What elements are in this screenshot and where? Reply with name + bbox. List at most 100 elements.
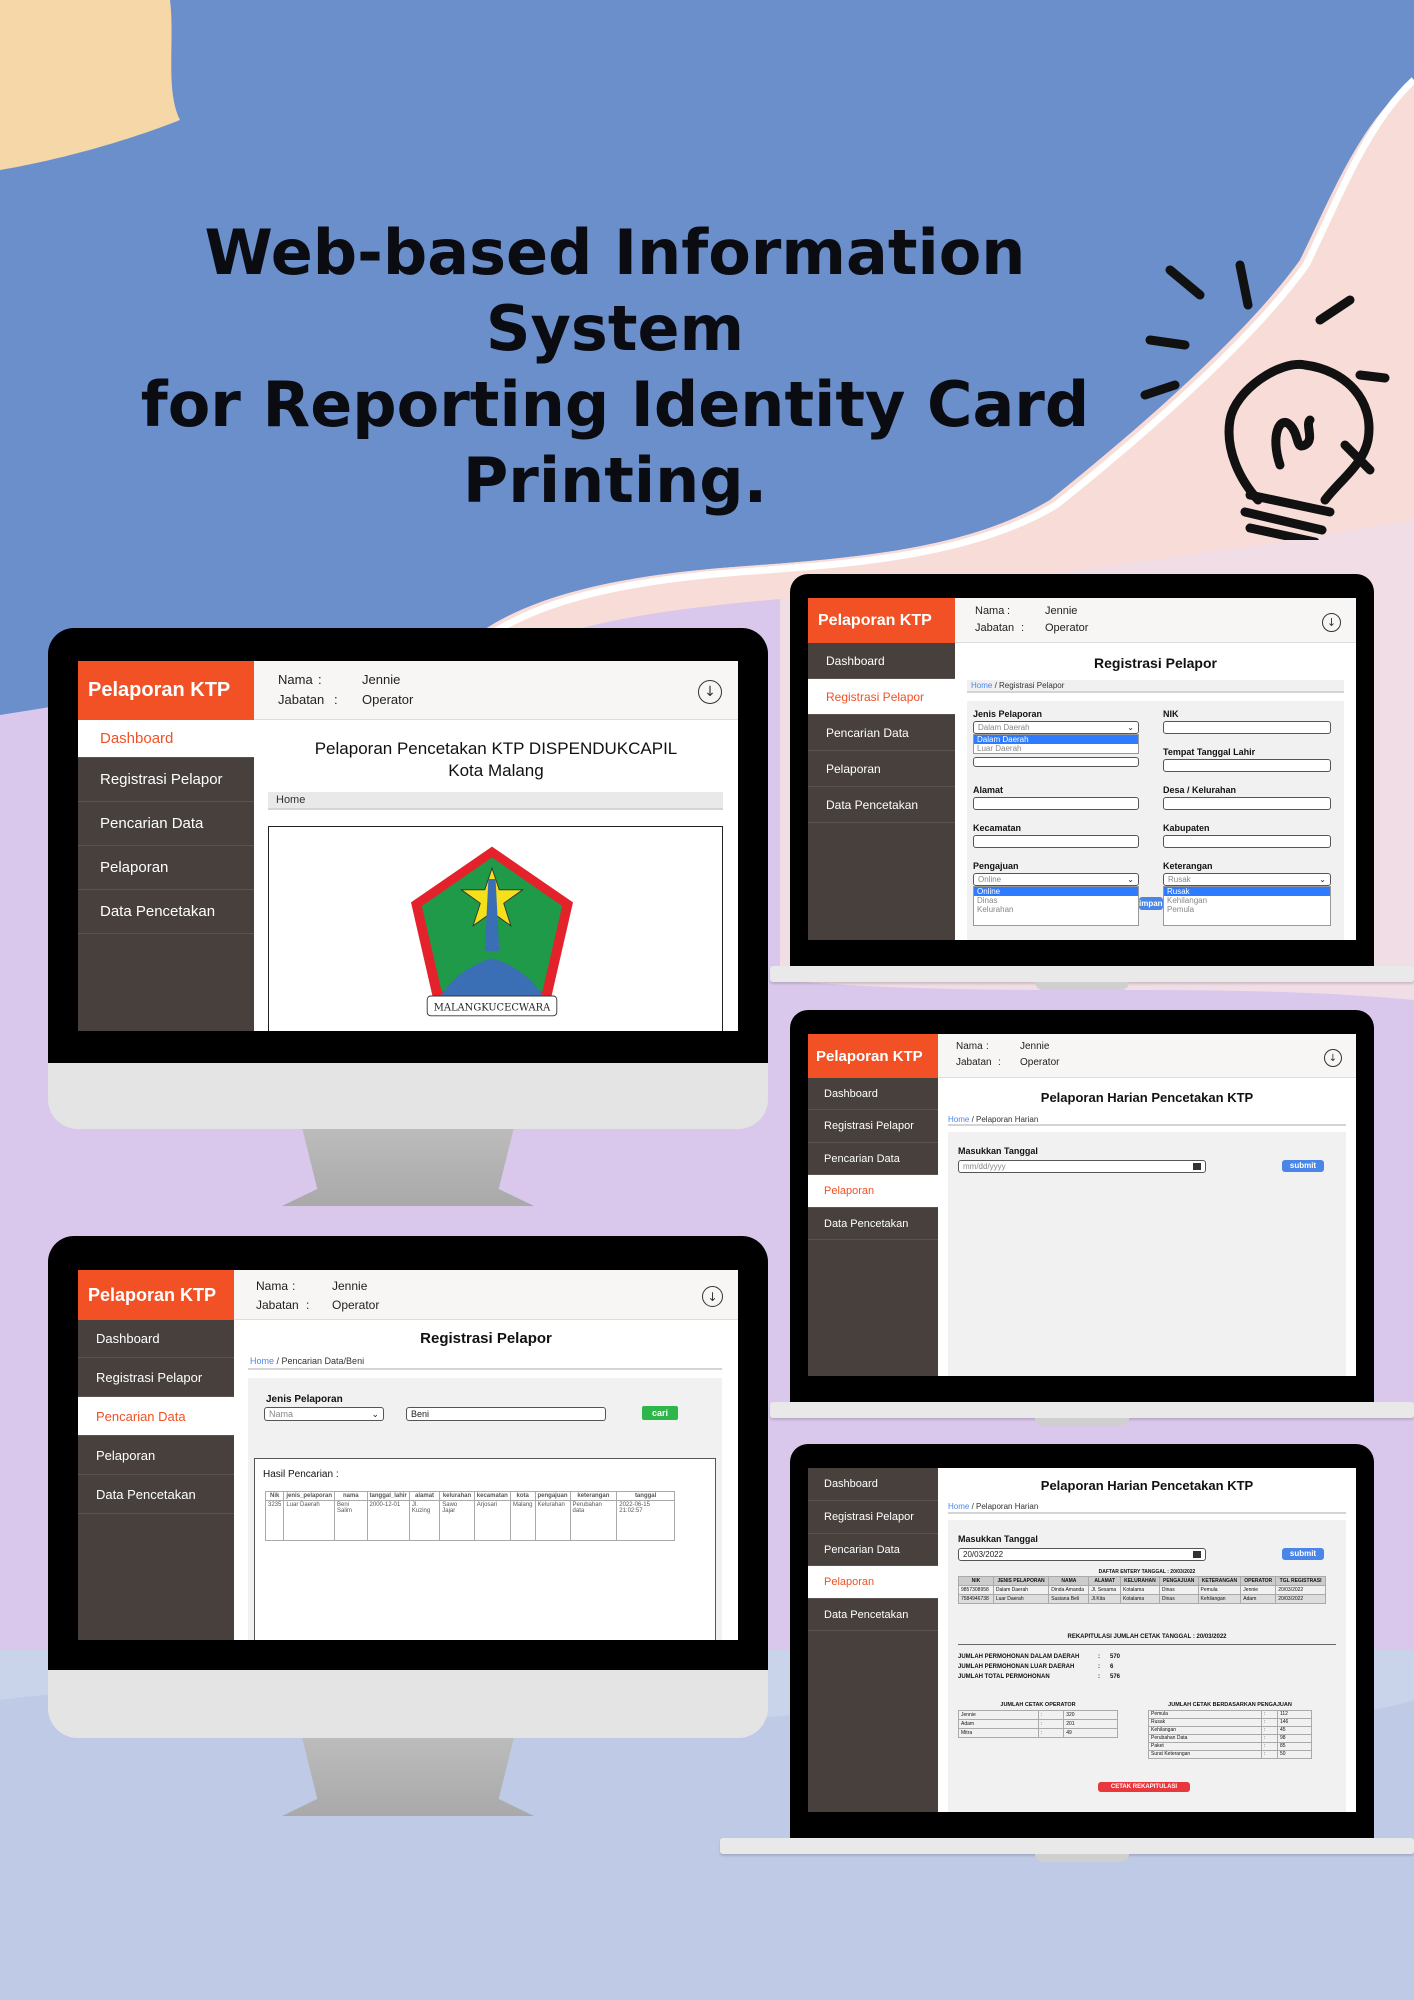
- nav-pencarian-data[interactable]: Pencarian Data: [808, 1534, 938, 1566]
- breadcrumb-current: / Pelaporan Harian: [969, 1115, 1039, 1124]
- nav-pelaporan[interactable]: Pelaporan: [808, 1566, 938, 1599]
- table-cell: Perubahan Data: [1148, 1734, 1262, 1743]
- alamat-input[interactable]: [973, 797, 1139, 810]
- summary-row: JUMLAH PERMOHONAN LUAR DAERAH: 6: [958, 1662, 1258, 1672]
- sidebar: Pelaporan KTP Dashboard Registrasi Pelap…: [808, 1034, 938, 1376]
- nav-pencarian-data[interactable]: Pencarian Data: [808, 1143, 938, 1175]
- jenis-select[interactable]: Dalam Daerah ⌄: [973, 721, 1139, 734]
- nav-registrasi-pelapor[interactable]: Registrasi Pelapor: [808, 679, 955, 715]
- breadcrumb: Home / Pelaporan Harian: [948, 1502, 1346, 1514]
- search-query: Beni: [411, 1409, 430, 1419]
- nik-input[interactable]: [1163, 721, 1331, 734]
- search-input[interactable]: Beni: [406, 1407, 606, 1421]
- nav-pelaporan[interactable]: Pelaporan: [78, 846, 254, 890]
- search-button[interactable]: cari: [642, 1406, 678, 1420]
- option[interactable]: Dalam Daerah: [974, 735, 1138, 744]
- breadcrumb[interactable]: Home: [268, 792, 723, 810]
- table-row[interactable]: 3235 Luar Daerah Beni Salim 2000-12-01 Jl. K…: [264, 1500, 675, 1541]
- nav-data-pencetakan[interactable]: Data Pencetakan: [808, 1599, 938, 1631]
- breadcrumb-home-link[interactable]: Home: [948, 1502, 969, 1511]
- nav-dashboard[interactable]: Dashboard: [808, 1078, 938, 1110]
- table-cell: :: [1260, 1742, 1278, 1751]
- nav-data-pencetakan[interactable]: Data Pencetakan: [808, 787, 955, 823]
- submit-button[interactable]: submit: [1282, 1548, 1324, 1560]
- pengajuan-table: Pemula:112 Rusak:146 Kehilangan:45 Perubaha…: [1148, 1710, 1313, 1759]
- download-icon[interactable]: ↓: [1324, 1049, 1342, 1067]
- date-input[interactable]: 20/03/2022: [958, 1548, 1206, 1561]
- option[interactable]: Rusak: [1164, 887, 1330, 896]
- summary-value: 576: [1110, 1674, 1121, 1680]
- user-header: Nama: Jennie Jabatan: Operator: [234, 1270, 738, 1320]
- brand-logo: Pelaporan KTP: [78, 661, 254, 720]
- jenis-label: Jenis Pelaporan: [266, 1394, 343, 1405]
- nav-dashboard[interactable]: Dashboard: [78, 1320, 234, 1358]
- simpan-button[interactable]: impan: [1139, 897, 1163, 910]
- option[interactable]: Kehilangan: [1164, 896, 1330, 905]
- download-icon[interactable]: ↓: [1322, 613, 1341, 632]
- headline: Web-based Information System for Reporti…: [80, 215, 1150, 519]
- emblem-motto: MALANGKUCECWARA: [434, 1002, 551, 1013]
- nav-data-pencetakan[interactable]: Data Pencetakan: [78, 1475, 234, 1514]
- nav-registrasi-pelapor[interactable]: Registrasi Pelapor: [808, 1110, 938, 1143]
- summary-label: JUMLAH PERMOHONAN LUAR DAERAH: [958, 1664, 1075, 1670]
- hidden-field[interactable]: [973, 757, 1139, 767]
- nav-dashboard[interactable]: Dashboard: [808, 643, 955, 679]
- date-input[interactable]: mm/dd/yyyy: [958, 1160, 1206, 1173]
- table-cell: Sawo Jajar: [439, 1500, 475, 1541]
- monitor-stand: [282, 1128, 534, 1206]
- print-report-button[interactable]: CETAK REKAPITULASI: [1098, 1782, 1190, 1792]
- breadcrumb-home-link[interactable]: Home: [948, 1115, 969, 1124]
- breadcrumb-home-link[interactable]: Home: [971, 681, 992, 690]
- nav-dashboard[interactable]: Dashboard: [78, 720, 254, 758]
- table-row: Jennie:320: [958, 1710, 1118, 1720]
- option[interactable]: Dinas: [974, 896, 1138, 905]
- kabupaten-input[interactable]: [1163, 835, 1331, 848]
- nav-registrasi-pelapor[interactable]: Registrasi Pelapor: [78, 1358, 234, 1397]
- pencarian-main: Registrasi Pelapor Home / Pencarian Data…: [234, 1320, 738, 1640]
- user-name: Jennie: [1045, 605, 1078, 617]
- pengajuan-select[interactable]: Online ⌄: [973, 873, 1139, 886]
- headline-line-3: Printing.: [462, 444, 768, 517]
- table-header-cell: kecamatan: [473, 1491, 511, 1501]
- ttl-input[interactable]: [1163, 759, 1331, 772]
- nav-dashboard[interactable]: Dashboard: [808, 1468, 938, 1501]
- nav-data-pencetakan[interactable]: Data Pencetakan: [808, 1208, 938, 1240]
- user-header: Nama: Jennie Jabatan: Operator: [938, 1034, 1356, 1078]
- nav-registrasi-pelapor[interactable]: Registrasi Pelapor: [78, 758, 254, 802]
- nama-label: Nama: [975, 605, 1005, 617]
- table-cell: 2022-06-15 21:02:57: [616, 1500, 675, 1541]
- nav-registrasi-pelapor[interactable]: Registrasi Pelapor: [808, 1501, 938, 1534]
- user-role: Operator: [1020, 1057, 1060, 1068]
- jenis-options: Dalam Daerah Luar Daerah: [973, 734, 1139, 754]
- nav-data-pencetakan[interactable]: Data Pencetakan: [78, 890, 254, 934]
- search-field-select[interactable]: Nama ⌄: [264, 1407, 384, 1421]
- submit-button[interactable]: submit: [1282, 1160, 1324, 1172]
- table-row[interactable]: 7584946738 Luar Daerah Susiana Beli Jl.Kita…: [958, 1594, 1326, 1604]
- page-title-line-2: Kota Malang: [448, 761, 544, 780]
- table-row: Perubahan Data:98: [1148, 1734, 1313, 1743]
- calendar-icon: [1193, 1163, 1201, 1170]
- user-role: Operator: [332, 1298, 380, 1312]
- breadcrumb-home-link[interactable]: Home: [250, 1356, 274, 1366]
- option[interactable]: Online: [974, 887, 1138, 896]
- nav-pelaporan[interactable]: Pelaporan: [78, 1436, 234, 1475]
- keterangan-select[interactable]: Rusak ⌄: [1163, 873, 1331, 886]
- desa-input[interactable]: [1163, 797, 1331, 810]
- download-icon[interactable]: ↓: [702, 1286, 723, 1307]
- table-row[interactable]: 9857308958 Dalam Daerah Dinda Amanda Jl. Se…: [958, 1585, 1326, 1595]
- summary-list: JUMLAH PERMOHONAN DALAM DAERAH:570 JUMLAH…: [958, 1652, 1258, 1682]
- option[interactable]: Kelurahan: [974, 905, 1138, 914]
- kecamatan-input[interactable]: [973, 835, 1139, 848]
- table-row: Mitra:49: [958, 1728, 1118, 1738]
- summary-title: REKAPITULASI JUMLAH CETAK TANGGAL : 20/0…: [1067, 1634, 1227, 1640]
- option[interactable]: Pemula: [1164, 905, 1330, 914]
- nav-pelaporan[interactable]: Pelaporan: [808, 751, 955, 787]
- sep: :: [292, 1279, 296, 1293]
- option[interactable]: Luar Daerah: [974, 744, 1138, 753]
- nav-pencarian-data[interactable]: Pencarian Data: [808, 715, 955, 751]
- download-icon[interactable]: ↓: [698, 680, 722, 704]
- nav-pencarian-data[interactable]: Pencarian Data: [78, 1397, 234, 1436]
- nav-pencarian-data[interactable]: Pencarian Data: [78, 802, 254, 846]
- nav-pelaporan[interactable]: Pelaporan: [808, 1175, 938, 1208]
- table-cell: 45: [1276, 1726, 1313, 1735]
